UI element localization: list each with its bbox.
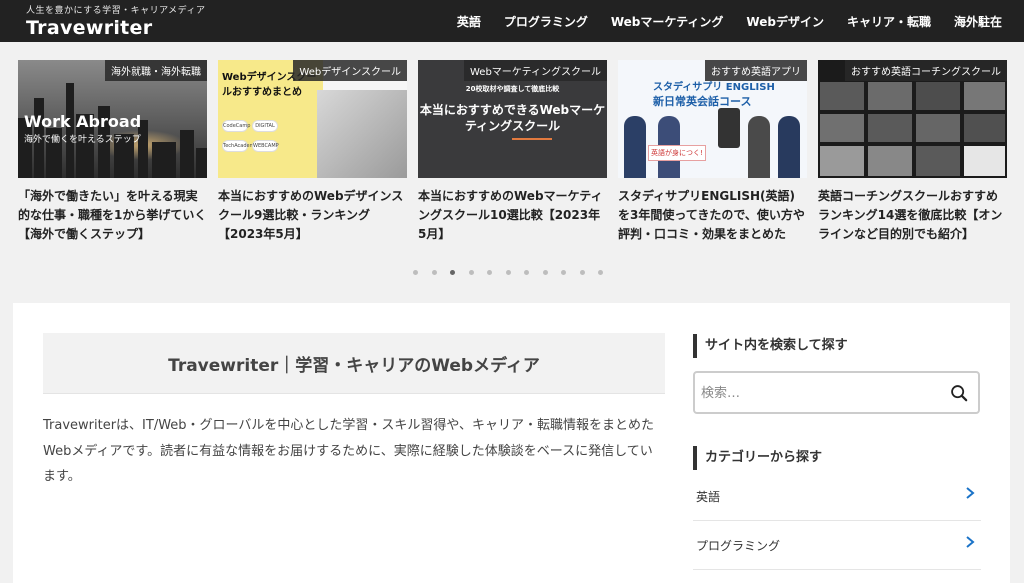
card-thumbnail[interactable]: スタディサプリ ENGLISH 新日常英会話コース 英語が身につく! おすすめ英… [618,60,807,178]
nav-item-web-design[interactable]: Webデザイン [746,13,824,30]
thumbnail-text: Work Abroad [24,112,142,131]
card-title[interactable]: 本当におすすめのWebマーケティングスクール10選比較【2023年5月】 [418,187,607,244]
search-heading: サイト内を検索して探す [693,334,848,358]
search-input[interactable] [701,382,931,404]
thumbnail-subtext: 新日常英会話コース [653,95,752,108]
main-panel: Travewriter｜学習・キャリアのWebメディア Travewriterは… [13,303,1010,583]
category-badge[interactable]: Webマーケティングスクール [463,60,607,81]
chevron-right-icon [966,536,975,548]
carousel-dot[interactable] [598,270,603,275]
carousel-dot[interactable] [413,270,418,275]
carousel-dot[interactable] [431,270,437,275]
category-label: プログラミング [696,539,781,553]
nav-item-programming[interactable]: プログラミング [504,13,588,30]
site-header: 人生を豊かにする学習・キャリアメディア Travewriter 英語 プログラミ… [0,0,1024,42]
card-title[interactable]: 英語コーチングスクールおすすめランキング14選を徹底比較【オンラインなど目的別で… [818,187,1007,244]
category-heading: カテゴリーから探す [693,446,822,470]
card-title[interactable]: 「海外で働きたい」を叶える現実的な仕事・職種を1から挙げていく【海外で働くステッ… [18,187,207,244]
thumbnail-text: 本当におすすめできるWebマーケティングスクール [419,103,606,133]
search-icon[interactable] [950,384,968,402]
carousel-card[interactable]: Webデザインスクールおすすめまとめ CodeCamp DIGITAL Tech… [218,60,407,244]
carousel-dot[interactable] [561,270,566,275]
card-thumbnail[interactable]: Webデザインスクールおすすめまとめ CodeCamp DIGITAL Tech… [218,60,407,178]
carousel-dot[interactable] [542,270,548,275]
carousel-dot[interactable] [524,270,529,275]
thumbnail-subtext: 海外で働くを叶えるステップ [24,135,141,145]
carousel-dot[interactable] [579,270,585,275]
brand[interactable]: 人生を豊かにする学習・キャリアメディア Travewriter [26,3,206,39]
search-box [693,371,980,414]
carousel-pagination [413,270,617,275]
main-nav: 英語 プログラミング Webマーケティング Webデザイン キャリア・転職 海外… [434,0,1002,42]
site-title-box: Travewriter｜学習・キャリアのWebメディア [43,333,665,394]
card-thumbnail[interactable]: おすすめ英語コーチングスクール [818,60,1007,178]
nav-item-english[interactable]: 英語 [457,13,481,30]
card-thumbnail[interactable]: Work Abroad 海外で働くを叶えるステップ 海外就職・海外転職 [18,60,207,178]
thumbnail-subtext: 20校取材や調査して徹底比較 [465,85,560,93]
page-title: Travewriter｜学習・キャリアのWebメディア [168,355,540,376]
logo-chip: DIGITAL [252,120,278,132]
category-item-english[interactable]: 英語 [693,472,981,521]
carousel-card[interactable]: スタディサプリ ENGLISH 新日常英会話コース 英語が身につく! おすすめ英… [618,60,807,244]
chevron-right-icon [966,487,975,499]
category-badge[interactable]: おすすめ英語コーチングスクール [845,60,1007,81]
site-tagline: 人生を豊かにする学習・キャリアメディア [26,6,206,16]
carousel-dot[interactable] [505,270,511,275]
featured-carousel: Work Abroad 海外で働くを叶えるステップ 海外就職・海外転職 「海外で… [18,60,1018,250]
logo-chip: WEBCAMP [252,140,279,152]
nav-item-web-marketing[interactable]: Webマーケティング [611,13,724,30]
carousel-dot[interactable] [487,270,492,275]
site-intro-text: Travewriterは、IT/Web・グローバルを中心とした学習・スキル習得や… [43,418,655,484]
carousel-dot[interactable] [468,270,474,275]
carousel-card[interactable]: Work Abroad 海外で働くを叶えるステップ 海外就職・海外転職 「海外で… [18,60,207,244]
category-badge[interactable]: Webデザインスクール [293,60,407,81]
card-title[interactable]: 本当におすすめのWebデザインスクール9選比較・ランキング【2023年5月】 [218,187,407,244]
nav-item-overseas[interactable]: 海外駐在 [954,13,1002,30]
card-title[interactable]: スタディサプリENGLISH(英語)を3年間使ってきたので、使い方や評判・口コミ… [618,187,807,244]
category-badge[interactable]: 海外就職・海外転職 [105,60,207,81]
thumbnail-bubble: 英語が身につく! [648,145,706,161]
category-item-programming[interactable]: プログラミング [693,521,981,570]
site-logo[interactable]: Travewriter [26,17,206,39]
logo-chip: TechAcademy [222,140,257,152]
carousel-dot-active[interactable] [450,270,455,275]
category-label: 英語 [696,490,721,504]
card-thumbnail[interactable]: 20校取材や調査して徹底比較 本当におすすめできるWebマーケティングスクール … [418,60,607,178]
carousel-card[interactable]: 20校取材や調査して徹底比較 本当におすすめできるWebマーケティングスクール … [418,60,607,244]
carousel-card[interactable]: おすすめ英語コーチングスクール 英語コーチングスクールおすすめランキング14選を… [818,60,1007,244]
nav-item-career[interactable]: キャリア・転職 [847,13,931,30]
category-badge[interactable]: おすすめ英語アプリ [705,60,807,81]
logo-chip: CodeCamp [222,120,250,132]
